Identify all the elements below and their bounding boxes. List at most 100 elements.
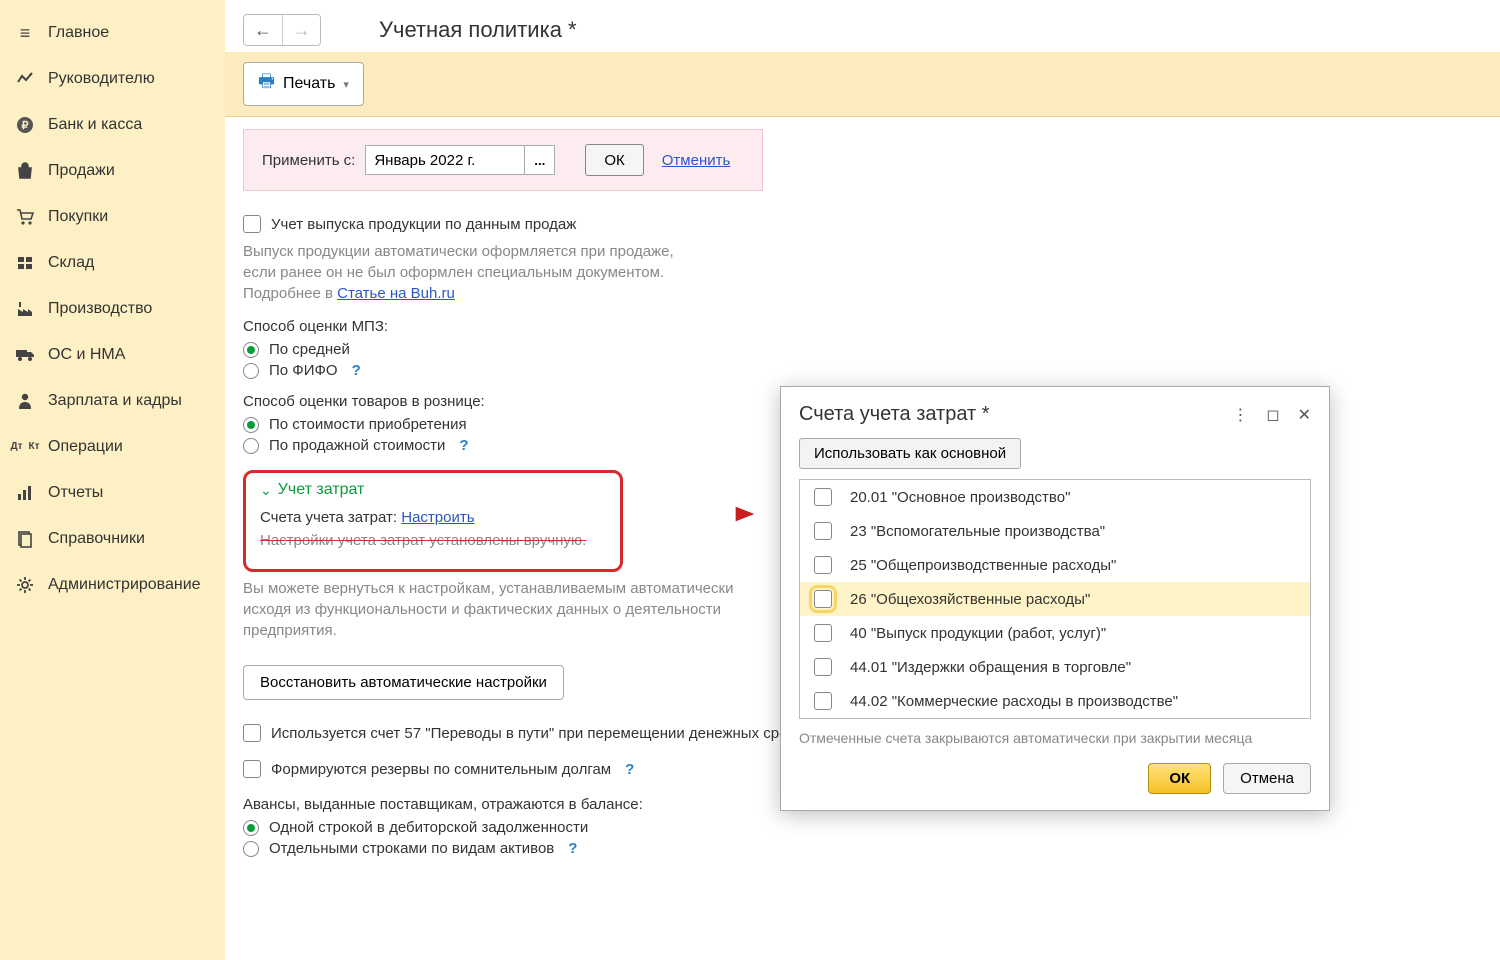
- sidebar-item-main[interactable]: ≡Главное: [0, 10, 225, 56]
- retail-acq-label: По стоимости приобретения: [269, 416, 467, 433]
- mpz-label: Способ оценки МПЗ:: [243, 318, 1482, 335]
- sidebar-item-label: Операции: [48, 438, 123, 456]
- svg-text:₽: ₽: [22, 120, 29, 132]
- restore-auto-button[interactable]: Восстановить автоматические настройки: [243, 665, 564, 700]
- more-icon[interactable]: ⋮: [1232, 405, 1248, 425]
- sidebar-item-directories[interactable]: Справочники: [0, 516, 225, 562]
- sidebar-item-reports[interactable]: Отчеты: [0, 470, 225, 516]
- mpz-fifo-label: По ФИФО: [269, 362, 338, 379]
- sidebar-item-bank[interactable]: ₽ Банк и касса: [0, 102, 225, 148]
- account-row[interactable]: 26 "Общехозяйственные расходы": [800, 582, 1310, 616]
- account-checkbox[interactable]: [814, 624, 832, 642]
- apply-date-input[interactable]: [365, 145, 525, 175]
- cost-section-highlight: ⌄ Учет затрат Счета учета затрат: Настро…: [243, 470, 623, 572]
- sidebar-item-sales[interactable]: Продажи: [0, 148, 225, 194]
- help-icon[interactable]: ?: [459, 437, 468, 454]
- retail-sale-radio[interactable]: [243, 438, 259, 454]
- cost-header-label: Учет затрат: [278, 481, 365, 499]
- cost-accounts-dialog: Счета учета затрат * ⋮ ◻ ✕ Использовать …: [780, 386, 1330, 811]
- nav-back-button[interactable]: ←: [244, 15, 282, 45]
- apply-cancel-link[interactable]: Отменить: [662, 152, 731, 169]
- toolbar: 🖶 Печать ▾: [225, 52, 1500, 117]
- account-checkbox[interactable]: [814, 658, 832, 676]
- account-label: 44.01 "Издержки обращения в торговле": [850, 659, 1131, 676]
- mpz-average-radio[interactable]: [243, 342, 259, 358]
- sidebar-item-assets[interactable]: ОС и НМА: [0, 332, 225, 378]
- account-label: 23 "Вспомогательные производства": [850, 523, 1105, 540]
- boxes-icon: [14, 252, 36, 274]
- docs-icon: [14, 528, 36, 550]
- account-row[interactable]: 23 "Вспомогательные производства": [800, 514, 1310, 548]
- retail-sale-label: По продажной стоимости: [269, 437, 445, 454]
- cost-section-header[interactable]: ⌄ Учет затрат: [260, 481, 606, 499]
- close-icon[interactable]: ✕: [1298, 405, 1311, 425]
- account-row[interactable]: 44.02 "Коммерческие расходы в производст…: [800, 684, 1310, 718]
- sidebar: ≡Главное Руководителю ₽ Банк и касса Прод…: [0, 0, 225, 960]
- account-label: 20.01 "Основное производство": [850, 489, 1070, 506]
- nav-forward-button[interactable]: →: [282, 15, 320, 45]
- sidebar-item-warehouse[interactable]: Склад: [0, 240, 225, 286]
- account-checkbox[interactable]: [814, 556, 832, 574]
- dialog-title: Счета учета затрат *: [799, 403, 990, 426]
- sidebar-item-admin[interactable]: Администрирование: [0, 562, 225, 608]
- sidebar-item-operations[interactable]: ДтКт Операции: [0, 424, 225, 470]
- reserves-checkbox[interactable]: [243, 760, 261, 778]
- sidebar-item-label: Покупки: [48, 208, 108, 226]
- account-checkbox[interactable]: [814, 692, 832, 710]
- advances-single-radio[interactable]: [243, 820, 259, 836]
- mpz-average-label: По средней: [269, 341, 350, 358]
- apply-ok-button[interactable]: ОК: [585, 144, 643, 176]
- help-icon[interactable]: ?: [625, 761, 634, 778]
- ruble-icon: ₽: [14, 114, 36, 136]
- buh-article-link[interactable]: Статье на Buh.ru: [337, 285, 455, 302]
- account-label: 44.02 "Коммерческие расходы в производст…: [850, 693, 1178, 710]
- truck-icon: [14, 344, 36, 366]
- sidebar-item-production[interactable]: Производство: [0, 286, 225, 332]
- person-icon: [14, 390, 36, 412]
- dialog-ok-button[interactable]: ОК: [1148, 763, 1211, 794]
- output-by-sales-checkbox[interactable]: [243, 215, 261, 233]
- dtkt-icon: ДтКт: [14, 436, 36, 458]
- chevron-down-icon: ⌄: [260, 482, 272, 499]
- cost-accounts-row: Счета учета затрат: Настроить: [260, 509, 606, 526]
- account-checkbox[interactable]: [814, 488, 832, 506]
- acc57-checkbox[interactable]: [243, 724, 261, 742]
- sidebar-item-hr[interactable]: Зарплата и кадры: [0, 378, 225, 424]
- maximize-icon[interactable]: ◻: [1266, 405, 1279, 425]
- account-checkbox[interactable]: [814, 590, 832, 608]
- chevron-down-icon: ▾: [343, 78, 349, 91]
- use-as-main-button[interactable]: Использовать как основной: [799, 438, 1021, 469]
- sidebar-item-label: Зарплата и кадры: [48, 392, 182, 410]
- chart-icon: [14, 68, 36, 90]
- sidebar-item-purchases[interactable]: Покупки: [0, 194, 225, 240]
- print-button[interactable]: 🖶 Печать ▾: [243, 62, 364, 106]
- date-picker-button[interactable]: ...: [525, 145, 555, 175]
- date-input-group: ...: [365, 145, 555, 175]
- account-row[interactable]: 25 "Общепроизводственные расходы": [800, 548, 1310, 582]
- dialog-header: Счета учета затрат * ⋮ ◻ ✕: [799, 403, 1311, 426]
- apply-label: Применить с:: [262, 152, 355, 169]
- output-by-sales-row: Учет выпуска продукции по данным продаж: [243, 215, 1482, 233]
- cost-configure-link[interactable]: Настроить: [401, 509, 474, 526]
- sidebar-item-manager[interactable]: Руководителю: [0, 56, 225, 102]
- dialog-note: Отмеченные счета закрываются автоматичес…: [799, 729, 1311, 749]
- reserves-label: Формируются резервы по сомнительным долг…: [271, 761, 611, 778]
- sidebar-item-label: Администрирование: [48, 576, 201, 594]
- sidebar-item-label: Главное: [48, 24, 109, 42]
- bars-icon: [14, 482, 36, 504]
- sidebar-item-label: Банк и касса: [48, 116, 142, 134]
- help-icon[interactable]: ?: [568, 840, 577, 857]
- account-row[interactable]: 20.01 "Основное производство": [800, 480, 1310, 514]
- advances-split-radio[interactable]: [243, 841, 259, 857]
- mpz-fifo-radio[interactable]: [243, 363, 259, 379]
- printer-icon: 🖶: [258, 69, 275, 99]
- account-row[interactable]: 40 "Выпуск продукции (работ, услуг)": [800, 616, 1310, 650]
- cart-icon: [14, 206, 36, 228]
- dialog-cancel-button[interactable]: Отмена: [1223, 763, 1311, 794]
- account-row[interactable]: 44.01 "Издержки обращения в торговле": [800, 650, 1310, 684]
- sidebar-item-label: Руководителю: [48, 70, 155, 88]
- help-icon[interactable]: ?: [352, 362, 361, 379]
- page-title: Учетная политика *: [379, 17, 577, 43]
- account-checkbox[interactable]: [814, 522, 832, 540]
- retail-acq-radio[interactable]: [243, 417, 259, 433]
